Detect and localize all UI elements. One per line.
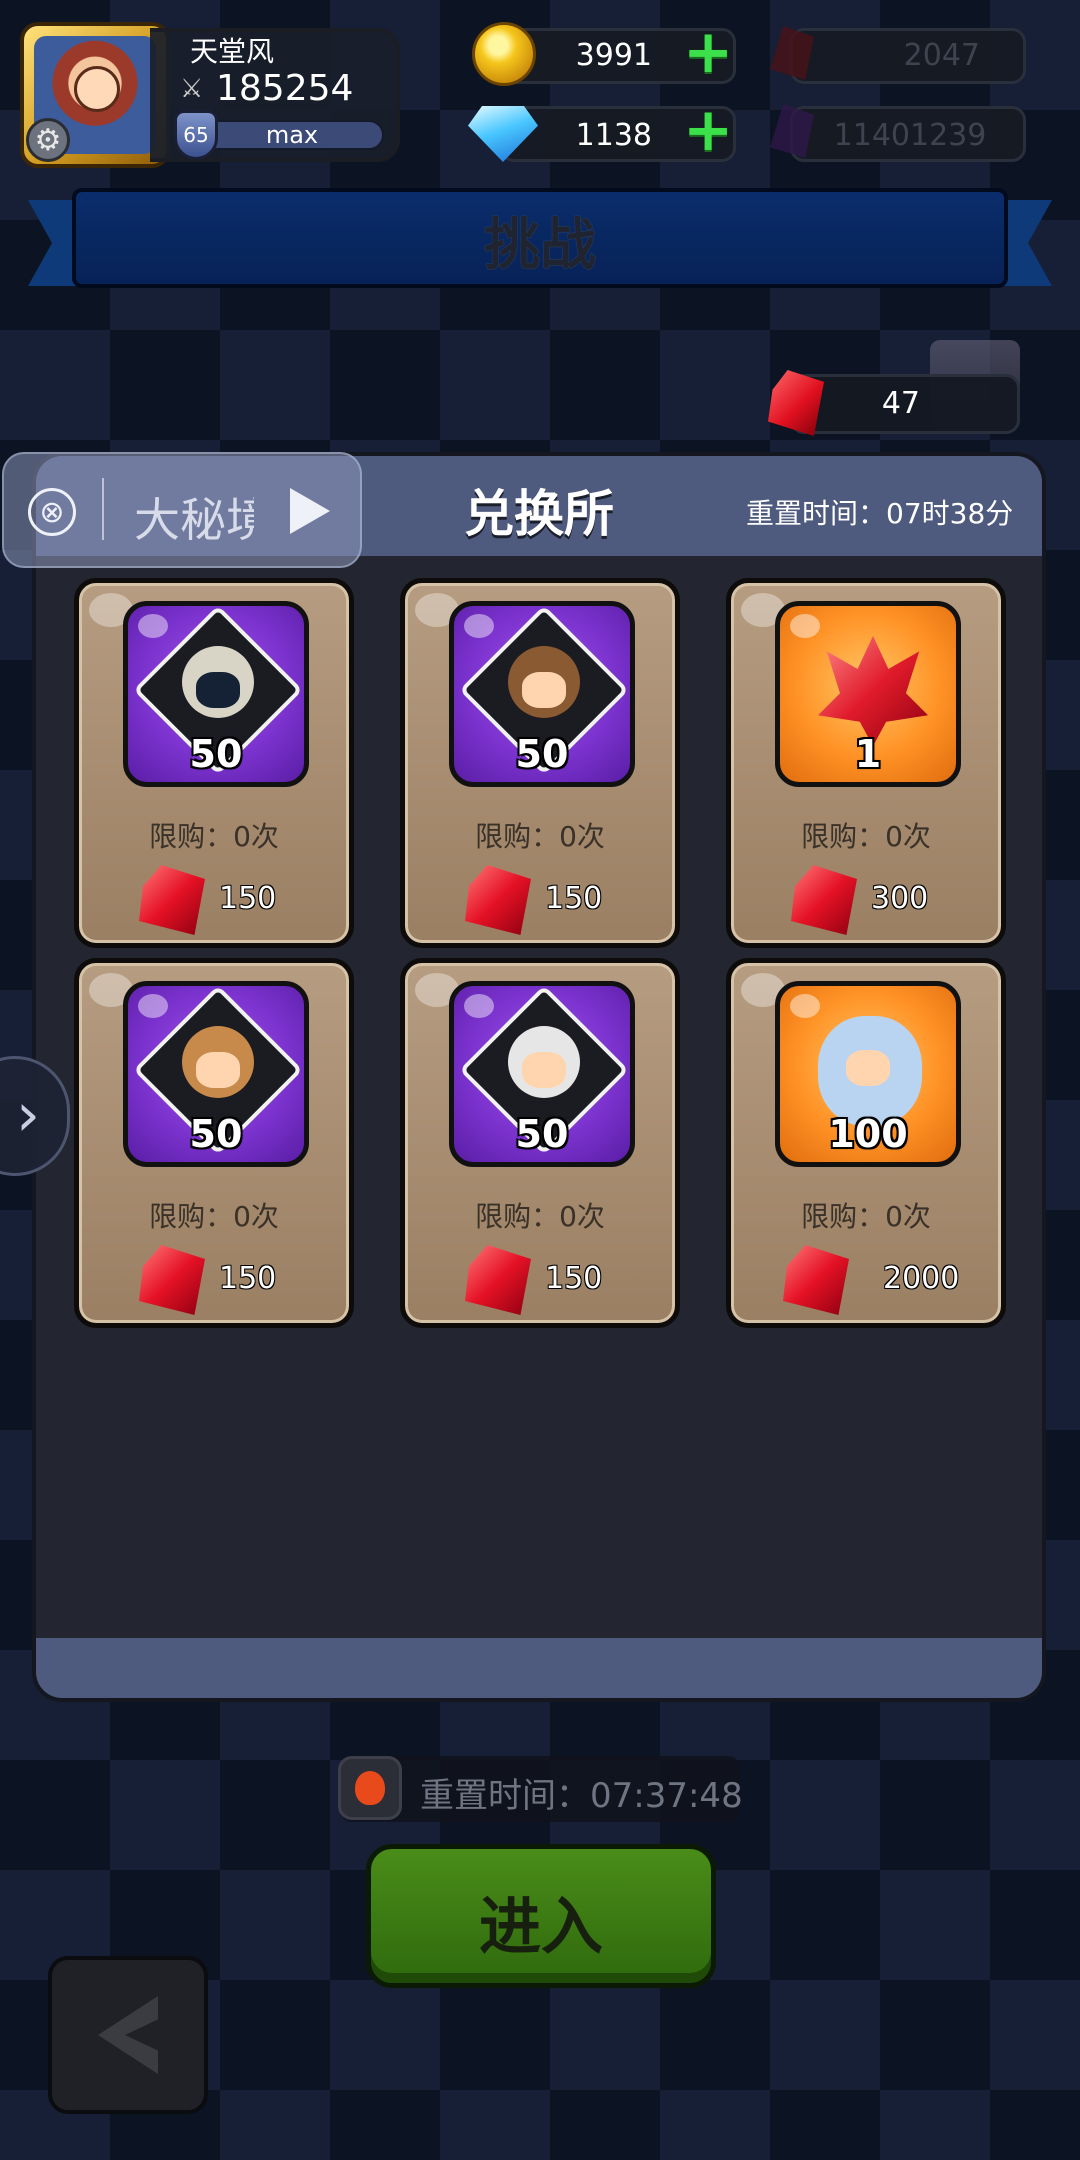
hero-shard-item: 50 [123, 981, 309, 1167]
red-crystal-value: 2047 [903, 38, 980, 73]
purchase-limit: 限购：0次 [801, 820, 931, 853]
hero-shard-item: 50 [123, 601, 309, 787]
add-gold-plus-icon[interactable]: + [683, 22, 733, 82]
item-quantity: 50 [189, 1112, 243, 1156]
shop-item-card[interactable]: 50 限购：0次 150 [74, 578, 354, 948]
item-price: 150 [545, 1261, 603, 1296]
shop-reset-time: 重置时间：07时38分 [746, 497, 1014, 530]
red-crystal-item: 1 [775, 601, 961, 787]
reset-countdown: 重置时间：07:37:48 [420, 1776, 743, 1816]
level-shield-badge: 65 [174, 110, 218, 160]
purchase-limit: 限购：0次 [475, 820, 605, 853]
crossed-swords-icon: ⚔ [180, 74, 204, 104]
modal-footer [36, 1638, 1042, 1698]
player-name: 天堂风 [190, 35, 275, 68]
shop-item-card[interactable]: 1 限购：0次 300 [726, 578, 1006, 948]
item-quantity: 100 [828, 1112, 908, 1156]
item-price: 150 [219, 1261, 277, 1296]
floating-widget-label: 大秘境 [134, 493, 254, 547]
back-button[interactable] [48, 1956, 208, 2114]
divider [102, 478, 104, 540]
item-quantity: 1 [854, 732, 882, 776]
ruby-price-icon [465, 865, 531, 935]
ruby-price-icon [783, 1245, 849, 1315]
hero-shard-item: 50 [449, 981, 635, 1167]
shop-item-card[interactable]: 50 限购：0次 150 [74, 958, 354, 1328]
ruby-price-icon [139, 865, 205, 935]
ruby-price-icon [791, 865, 857, 935]
purple-crystal-value: 11401239 [833, 118, 987, 153]
level-progress-label: max [265, 121, 319, 149]
item-price: 150 [219, 881, 277, 916]
item-price: 300 [871, 881, 929, 916]
purchase-limit: 限购：0次 [801, 1200, 931, 1233]
price-row: 2000 [731, 1245, 1001, 1315]
ruby-price-icon [465, 1245, 531, 1315]
gold-value: 3991 [575, 38, 652, 73]
purchase-limit: 限购：0次 [475, 1200, 605, 1233]
price-row: 150 [405, 865, 675, 935]
item-price: 2000 [883, 1261, 960, 1296]
purchase-limit: 限购：0次 [149, 1200, 279, 1233]
price-row: 150 [405, 1245, 675, 1315]
item-quantity: 50 [515, 1112, 569, 1156]
ruby-count: 47 [881, 386, 920, 421]
enter-button-label: 进入 [478, 1890, 603, 1963]
hero-shard-item: 100 [775, 981, 961, 1167]
shop-item-card[interactable]: 50 限购：0次 150 [400, 958, 680, 1328]
gear-icon[interactable]: ⚙ [26, 118, 70, 162]
item-price: 150 [545, 881, 603, 916]
price-row: 150 [79, 865, 349, 935]
diamond-value: 1138 [575, 118, 652, 153]
shop-item-card[interactable]: 100 限购：0次 2000 [726, 958, 1006, 1328]
ruby-icon [768, 370, 824, 436]
price-row: 300 [731, 865, 1001, 935]
item-quantity: 50 [189, 732, 243, 776]
close-icon[interactable]: ⊗ [28, 488, 76, 536]
hero-shard-item: 50 [449, 601, 635, 787]
flame-icon [338, 1756, 402, 1820]
purchase-limit: 限购：0次 [149, 820, 279, 853]
chevron-right-icon[interactable]: › [16, 1080, 40, 1150]
combat-power: 185254 [216, 68, 354, 109]
red-crystal-icon [818, 636, 928, 746]
screen-title: 挑战 [484, 213, 596, 278]
gold-coin-icon [472, 22, 536, 86]
add-diamond-plus-icon[interactable]: + [683, 100, 733, 160]
ruby-price-icon [139, 1245, 205, 1315]
shop-item-card[interactable]: 50 限购：0次 150 [400, 578, 680, 948]
item-quantity: 50 [515, 732, 569, 776]
price-row: 150 [79, 1245, 349, 1315]
